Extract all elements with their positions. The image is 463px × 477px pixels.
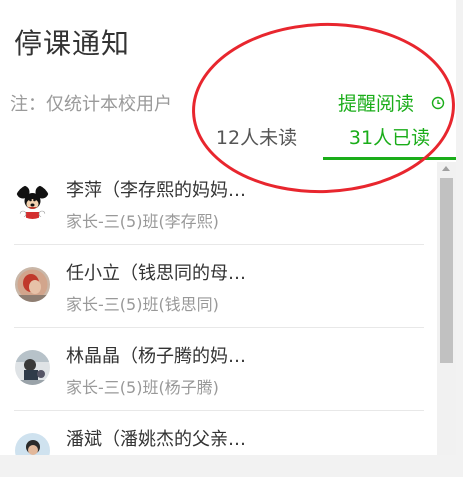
active-tab-indicator	[323, 157, 456, 160]
reader-name: 林晶晶（杨子腾的妈…	[66, 346, 246, 367]
photo-avatar	[15, 267, 50, 302]
list-item[interactable]: 潘斌（潘姚杰的父亲…	[0, 411, 437, 455]
photo-avatar	[15, 433, 50, 455]
scroll-thumb[interactable]	[440, 178, 453, 363]
list-item[interactable]: 李萍（李存熙的妈妈… 家长-三(5)班(李存熙)	[0, 162, 437, 245]
cartoon-mouse-avatar	[15, 184, 50, 219]
scroll-up-arrow-icon[interactable]	[442, 166, 450, 171]
reader-name: 潘斌（潘姚杰的父亲…	[66, 429, 246, 450]
remind-read-button[interactable]: 提醒阅读	[338, 89, 414, 116]
reader-list: 李萍（李存熙的妈妈… 家长-三(5)班(李存熙) 任小立（钱思同的母… 家长-三…	[0, 162, 437, 455]
notice-panel: 停课通知 注：仅统计本校用户 提醒阅读 12人未读 31人已读 李萍（李存熙的妈…	[0, 0, 456, 455]
photo-avatar	[15, 350, 50, 385]
list-item[interactable]: 林晶晶（杨子腾的妈… 家长-三(5)班(杨子腾)	[0, 328, 437, 411]
stats-note: 注：仅统计本校用户	[10, 94, 172, 115]
reader-name: 任小立（钱思同的母…	[66, 263, 246, 284]
list-scrollbar[interactable]	[437, 162, 456, 455]
tab-read[interactable]: 31人已读	[323, 118, 456, 160]
tab-unread[interactable]: 12人未读	[190, 118, 323, 160]
reader-role: 家长-三(5)班(李存熙)	[66, 212, 219, 231]
reader-role: 家长-三(5)班(钱思同)	[66, 295, 219, 314]
page-title: 停课通知	[14, 27, 131, 60]
clock-icon[interactable]	[431, 96, 445, 110]
read-status-tabs: 12人未读 31人已读	[190, 118, 456, 160]
reader-role: 家长-三(5)班(杨子腾)	[66, 378, 219, 397]
reader-name: 李萍（李存熙的妈妈…	[66, 180, 246, 201]
list-item[interactable]: 任小立（钱思同的母… 家长-三(5)班(钱思同)	[0, 245, 437, 328]
page: 停课通知 注：仅统计本校用户 提醒阅读 12人未读 31人已读 李萍（李存熙的妈…	[0, 0, 463, 477]
